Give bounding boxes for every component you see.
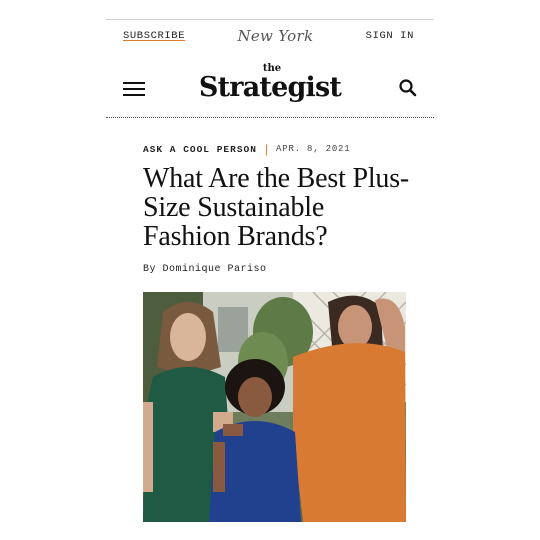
rubric-link[interactable]: ASK A COOL PERSON	[143, 144, 257, 155]
kicker-separator: |	[264, 142, 269, 156]
top-bar: SUBSCRIBE New York SIGN IN	[106, 19, 434, 48]
hero-photo	[143, 292, 406, 522]
search-icon[interactable]	[398, 78, 418, 98]
strategist-logo[interactable]: the Strategist	[106, 64, 434, 102]
byline[interactable]: By Dominique Pariso	[143, 264, 267, 275]
article-kicker: ASK A COOL PERSON | APR. 8, 2021	[143, 142, 350, 156]
new-york-logo[interactable]: New York	[237, 27, 313, 45]
header-divider	[106, 117, 434, 118]
page: SUBSCRIBE New York SIGN IN the Strategis…	[0, 0, 540, 540]
publish-date: APR. 8, 2021	[276, 144, 351, 154]
site-header: the Strategist	[106, 58, 434, 118]
sign-in-link[interactable]: SIGN IN	[366, 30, 414, 42]
article-headline: What Are the Best Plus-Size Sustainable …	[143, 163, 410, 252]
subscribe-link[interactable]: SUBSCRIBE	[123, 30, 185, 42]
logo-strategist: Strategist	[198, 72, 342, 103]
